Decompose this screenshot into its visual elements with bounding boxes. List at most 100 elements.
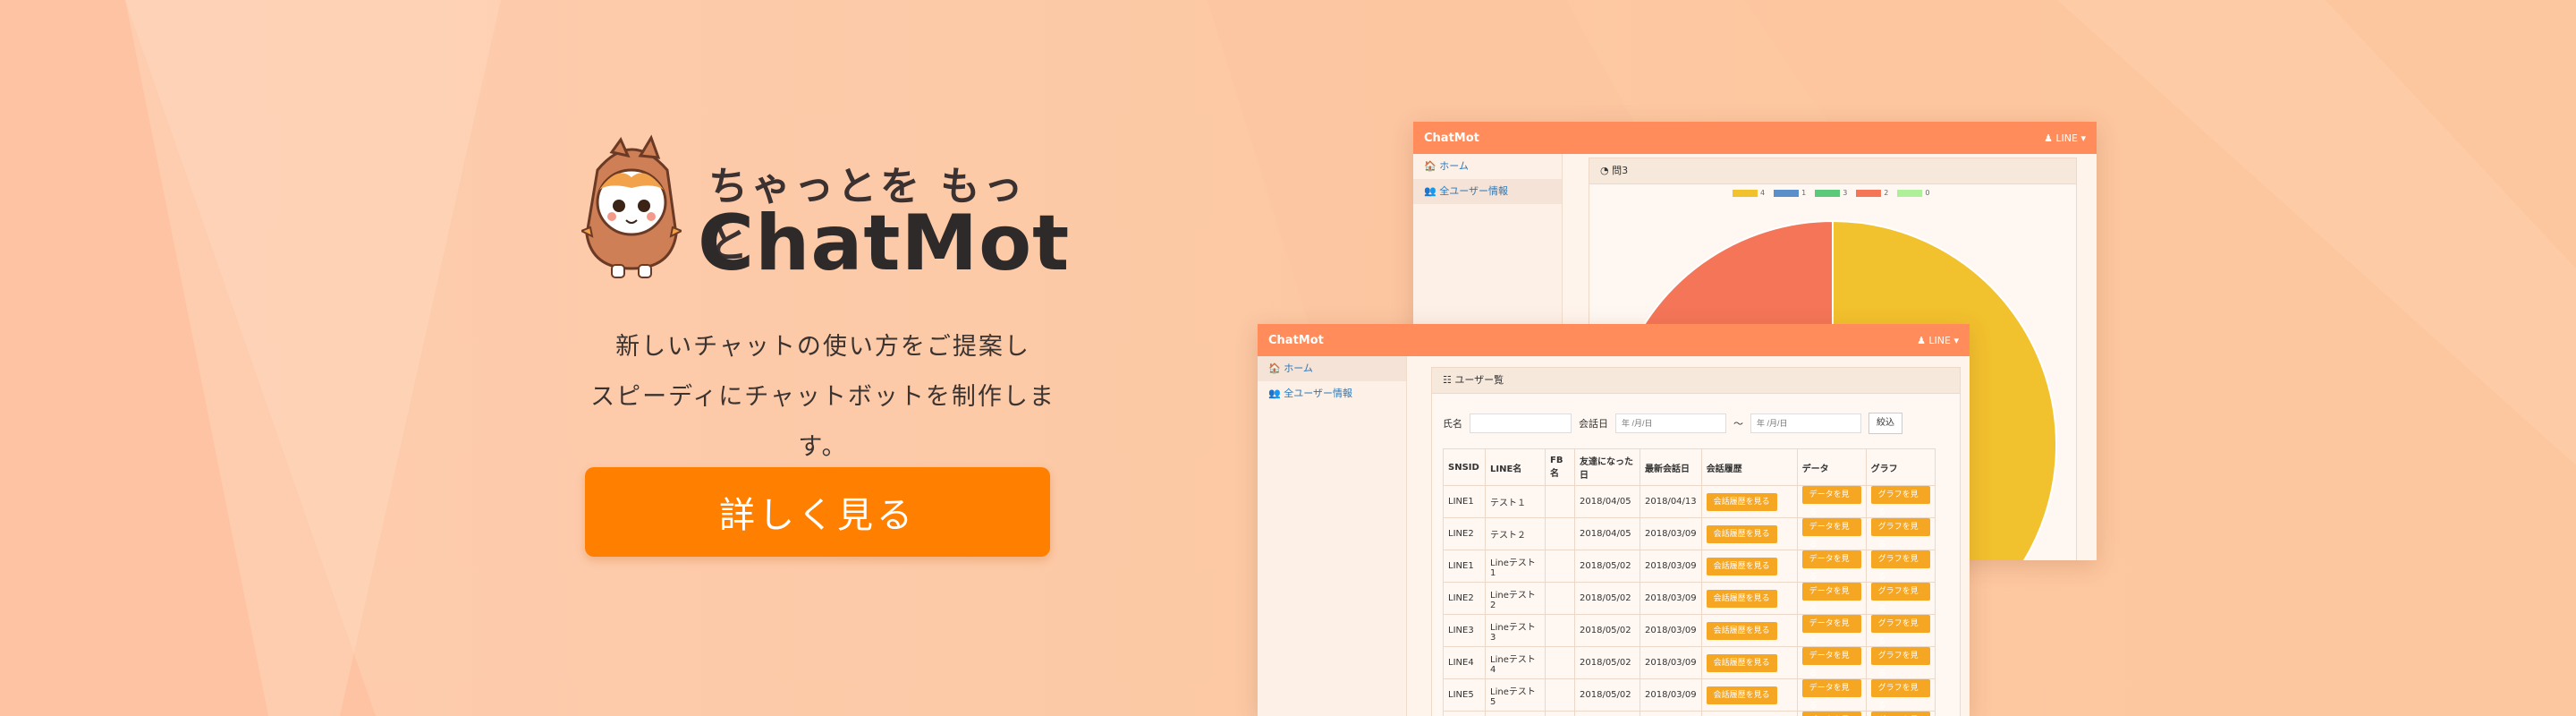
- sidebar: 🏠 ホーム 👥 全ユーザー情報: [1258, 356, 1407, 716]
- column-header: 最新会話日: [1640, 448, 1702, 486]
- table-cell: データを見る: [1796, 711, 1867, 716]
- table-cell: グラフを見る: [1865, 646, 1936, 679]
- table-cell: 会話履歴を見る: [1700, 678, 1798, 712]
- table-cell: 2018/04/05: [1574, 517, 1640, 550]
- table-cell: 2018/04/13: [1640, 485, 1702, 518]
- table-cell: LINE4: [1443, 646, 1486, 679]
- table-header-row: SNSID LINE名 FB名 友達になった日 最新会話日 会話履歴 データ グラフ: [1443, 448, 1936, 486]
- view-graph-button[interactable]: グラフを見る: [1870, 486, 1930, 517]
- view-history-button[interactable]: 会話履歴を見る: [1706, 524, 1777, 543]
- sidebar-item-home[interactable]: 🏠 ホーム: [1258, 356, 1406, 381]
- view-data-button[interactable]: データを見る: [1801, 518, 1861, 550]
- table-cell: 2018/04/05: [1574, 485, 1640, 518]
- table-cell: Lineテスト2: [1485, 582, 1546, 615]
- user-menu[interactable]: ♟ LINE ▾: [2044, 132, 2086, 144]
- view-data-button[interactable]: データを見る: [1801, 583, 1861, 614]
- table-cell: 2018/05/02: [1574, 582, 1640, 615]
- table-cell: 会話履歴を見る: [1700, 614, 1798, 647]
- table-cell: 2018/03/09: [1640, 678, 1702, 712]
- column-header: 会話履歴: [1700, 448, 1798, 486]
- table-row: LINE5 Lineテスト5 2018/05/02 2018/03/09 会話履歴を見る…: [1443, 678, 1936, 712]
- view-graph-button[interactable]: グラフを見る: [1870, 679, 1930, 711]
- sidebar-item-all-users[interactable]: 👥 全ユーザー情報: [1413, 179, 1562, 204]
- view-history-button[interactable]: 会話履歴を見る: [1706, 589, 1777, 608]
- table-cell: [1545, 485, 1575, 518]
- table-cell: [1545, 614, 1575, 647]
- view-history-button[interactable]: 会話履歴を見る: [1706, 653, 1777, 672]
- table-cell: グラフを見る: [1865, 678, 1936, 712]
- table-cell: [1545, 646, 1575, 679]
- date-to-input[interactable]: [1750, 413, 1861, 433]
- table-row: LINE1 テスト１ 2018/04/05 2018/04/13 会話履歴を見る データを…: [1443, 485, 1936, 518]
- table-row: LINE4 Lineテスト4 2018/05/02 2018/03/09 会話履歴を見る…: [1443, 646, 1936, 679]
- view-graph-button[interactable]: グラフを見る: [1870, 583, 1930, 614]
- table-cell: テスト２: [1485, 517, 1546, 550]
- tilde: 〜: [1733, 418, 1743, 430]
- view-graph-button[interactable]: グラフを見る: [1870, 550, 1930, 582]
- view-data-button[interactable]: データを見る: [1801, 486, 1861, 517]
- description: 新しいチャットの使い方をご提案し スピーディにチャットボットを制作します。: [581, 322, 1064, 473]
- table-row: LINE2 Lineテスト2 2018/05/02 2018/03/09 会話履歴を見る…: [1443, 582, 1936, 615]
- user-menu[interactable]: ♟ LINE ▾: [1917, 335, 1959, 346]
- view-data-button[interactable]: データを見る: [1801, 615, 1861, 646]
- table-cell: LINE2: [1443, 517, 1486, 550]
- table-cell: 2018/05/02: [1574, 646, 1640, 679]
- view-history-button[interactable]: 会話履歴を見る: [1706, 557, 1777, 575]
- name-filter-label: 氏名: [1443, 418, 1462, 430]
- view-graph-button[interactable]: グラフを見る: [1870, 518, 1930, 550]
- mascot-icon: [581, 134, 682, 278]
- description-line-2: スピーディにチャットボットを制作します。: [590, 383, 1055, 461]
- table-cell: 2018/03/09: [1640, 582, 1702, 615]
- table-cell: データを見る: [1796, 582, 1867, 615]
- column-header: LINE名: [1485, 448, 1546, 486]
- table-cell: グラフを見る: [1865, 517, 1936, 550]
- chart-panel-title: ◔ 問3: [1589, 158, 2076, 184]
- table-cell: テスト１: [1485, 485, 1546, 518]
- view-data-button[interactable]: データを見る: [1801, 550, 1861, 582]
- table-cell: [1545, 582, 1575, 615]
- table-cell: グラフを見る: [1865, 582, 1936, 615]
- view-data-button[interactable]: データを見る: [1801, 647, 1861, 678]
- name-filter-input[interactable]: [1470, 413, 1572, 433]
- view-graph-button[interactable]: グラフを見る: [1870, 615, 1930, 646]
- table-cell: 2018/03/09: [1640, 711, 1702, 716]
- header-brand[interactable]: ChatMot: [1424, 132, 1479, 145]
- details-button[interactable]: 詳しく見る: [585, 467, 1050, 557]
- filter-bar: 氏名 会話日 〜 絞込: [1443, 413, 1902, 434]
- table-row: LINE6Lineテスト6 2018/05/022018/03/09会話履歴を見る…: [1443, 711, 1936, 716]
- table-cell: Lineテスト6: [1485, 711, 1546, 716]
- users-panel-title: ☷ ユーザー覧: [1432, 368, 1960, 394]
- view-history-button[interactable]: 会話履歴を見る: [1706, 621, 1777, 640]
- table-cell: データを見る: [1796, 517, 1867, 550]
- view-data-button[interactable]: データを見る: [1801, 712, 1861, 716]
- table-cell: Lineテスト1: [1485, 550, 1546, 583]
- view-history-button[interactable]: 会話履歴を見る: [1706, 686, 1777, 704]
- table-cell: 会話履歴を見る: [1700, 485, 1798, 518]
- table-cell: データを見る: [1796, 485, 1867, 518]
- header-brand[interactable]: ChatMot: [1268, 334, 1324, 347]
- users-window: ChatMot ♟ LINE ▾ 🏠 ホーム 👥 全ユーザー情報 ☷ ユーザー覧…: [1258, 324, 1970, 716]
- table-cell: 2018/03/09: [1640, 646, 1702, 679]
- view-graph-button[interactable]: グラフを見る: [1870, 647, 1930, 678]
- date-from-input[interactable]: [1615, 413, 1726, 433]
- table-cell: 2018/05/02: [1574, 711, 1640, 716]
- sidebar-item-all-users[interactable]: 👥 全ユーザー情報: [1258, 381, 1406, 406]
- table-cell: LINE1: [1443, 550, 1486, 583]
- view-graph-button[interactable]: グラフを見る: [1870, 712, 1930, 716]
- table-cell: [1545, 678, 1575, 712]
- table-cell: [1545, 711, 1575, 716]
- column-header: FB名: [1545, 448, 1575, 486]
- table-cell: LINE6: [1443, 711, 1486, 716]
- table-cell: LINE5: [1443, 678, 1486, 712]
- column-header: データ: [1796, 448, 1867, 486]
- table-cell: LINE1: [1443, 485, 1486, 518]
- view-history-button[interactable]: 会話履歴を見る: [1706, 492, 1777, 511]
- table-cell: LINE3: [1443, 614, 1486, 647]
- date-filter-label: 会話日: [1579, 418, 1608, 430]
- view-data-button[interactable]: データを見る: [1801, 679, 1861, 711]
- users-window-header: ChatMot ♟ LINE ▾: [1258, 324, 1970, 356]
- filter-button[interactable]: 絞込: [1868, 413, 1902, 434]
- table-cell: 2018/03/09: [1640, 614, 1702, 647]
- sidebar-item-home[interactable]: 🏠 ホーム: [1413, 154, 1562, 179]
- table-cell: 会話履歴を見る: [1700, 582, 1798, 615]
